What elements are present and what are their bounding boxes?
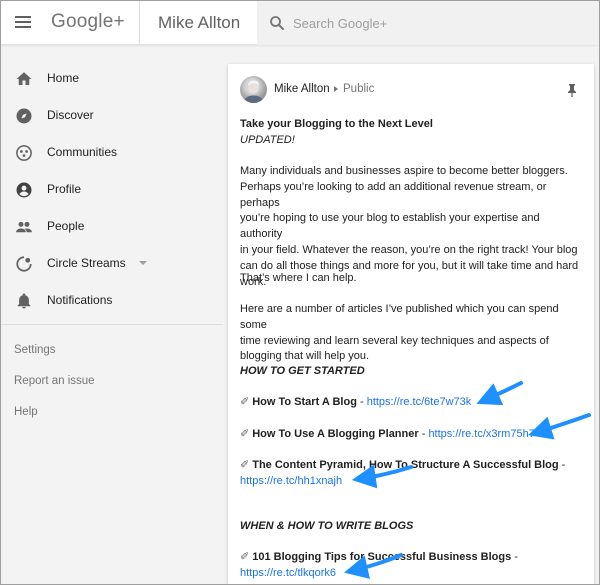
chevron-right-icon (334, 86, 338, 92)
settings-link[interactable]: Settings (14, 344, 56, 356)
help-link[interactable]: Help (14, 406, 38, 418)
google-plus-logo[interactable]: Google+ (51, 11, 125, 33)
circles-icon (16, 256, 32, 272)
post-paragraph-3: Here are a number of articles I’ve publi… (240, 303, 559, 363)
compass-icon (16, 108, 32, 124)
avatar[interactable] (240, 76, 267, 103)
post-visibility[interactable]: Public (343, 83, 374, 95)
pin-icon[interactable] (566, 83, 578, 97)
hamburger-menu-icon[interactable] (15, 16, 31, 29)
header-divider (139, 1, 140, 45)
article-title: 101 Blogging Tips for Successful Busines… (252, 551, 512, 563)
sidebar-item-label: Home (47, 71, 80, 85)
sidebar-divider (1, 324, 223, 325)
article-title: The Content Pyramid, How To Structure A … (252, 459, 559, 471)
sidebar-item-label: People (47, 219, 85, 233)
profile-icon (16, 182, 32, 198)
article-item: ✐ How To Start A Blog - https://re.tc/6te… (240, 396, 472, 408)
article-item: ✐ 101 Blogging Tips for Successful Busine… (240, 551, 518, 579)
pencil-icon: ✐ (240, 396, 250, 408)
post-updated: UPDATED! (240, 134, 295, 146)
article-item: ✐ How To Use A Blogging Planner - https:/… (240, 428, 535, 440)
section-heading: WHEN & HOW TO WRITE BLOGS (240, 520, 414, 532)
page-title: Mike Allton (158, 13, 241, 32)
sidebar-item-label: Circle Streams (47, 256, 126, 270)
article-link[interactable]: https://re.tc/hh1xnajh (240, 475, 342, 487)
post-author[interactable]: Mike Allton (274, 83, 330, 95)
sidebar-item-circle-streams[interactable]: Circle Streams (1, 246, 223, 283)
report-issue-link[interactable]: Report an issue (14, 375, 95, 387)
top-bar: Google+ Mike Allton (1, 1, 599, 45)
article-link[interactable]: https://re.tc/x3rm75h7 (428, 428, 534, 440)
app-frame: Google+ Mike Allton Home Discover Commun… (0, 0, 600, 585)
home-icon (16, 72, 32, 85)
sidebar-item-label: Discover (47, 108, 94, 122)
sidebar: Home Discover Communities Profile People… (1, 46, 223, 584)
communities-icon (16, 145, 32, 161)
article-title: How To Start A Blog (252, 396, 357, 408)
sidebar-item-discover[interactable]: Discover (1, 98, 223, 135)
post-paragraph-2: That’s where I can help. (240, 272, 357, 284)
sidebar-item-label: Notifications (47, 293, 113, 307)
post-card: Mike Allton Public Take your Blogging to… (228, 64, 594, 584)
search-bar[interactable] (257, 1, 599, 45)
article-link[interactable]: https://re.tc/6te7w73k (367, 396, 472, 408)
search-icon[interactable] (268, 14, 286, 32)
article-link[interactable]: https://re.tc/tlkqork6 (240, 567, 336, 579)
people-icon (16, 221, 32, 233)
sidebar-item-communities[interactable]: Communities (1, 135, 223, 172)
sidebar-item-label: Communities (47, 145, 118, 159)
sidebar-item-label: Profile (47, 182, 82, 196)
article-title: How To Use A Blogging Planner (252, 428, 419, 440)
chevron-down-icon[interactable] (139, 261, 147, 265)
pencil-icon: ✐ (240, 428, 250, 440)
bell-icon (17, 293, 31, 309)
sidebar-item-profile[interactable]: Profile (1, 172, 223, 209)
sidebar-item-people[interactable]: People (1, 209, 223, 246)
sidebar-item-home[interactable]: Home (1, 61, 223, 98)
sidebar-item-notifications[interactable]: Notifications (1, 283, 223, 320)
pencil-icon: ✐ (240, 551, 250, 563)
search-input[interactable] (293, 13, 583, 33)
post-title: Take your Blogging to the Next Level (240, 118, 433, 130)
section-heading: HOW TO GET STARTED (240, 365, 365, 377)
article-item: ✐ The Content Pyramid, How To Structure A… (240, 459, 566, 487)
pencil-icon: ✐ (240, 459, 250, 471)
